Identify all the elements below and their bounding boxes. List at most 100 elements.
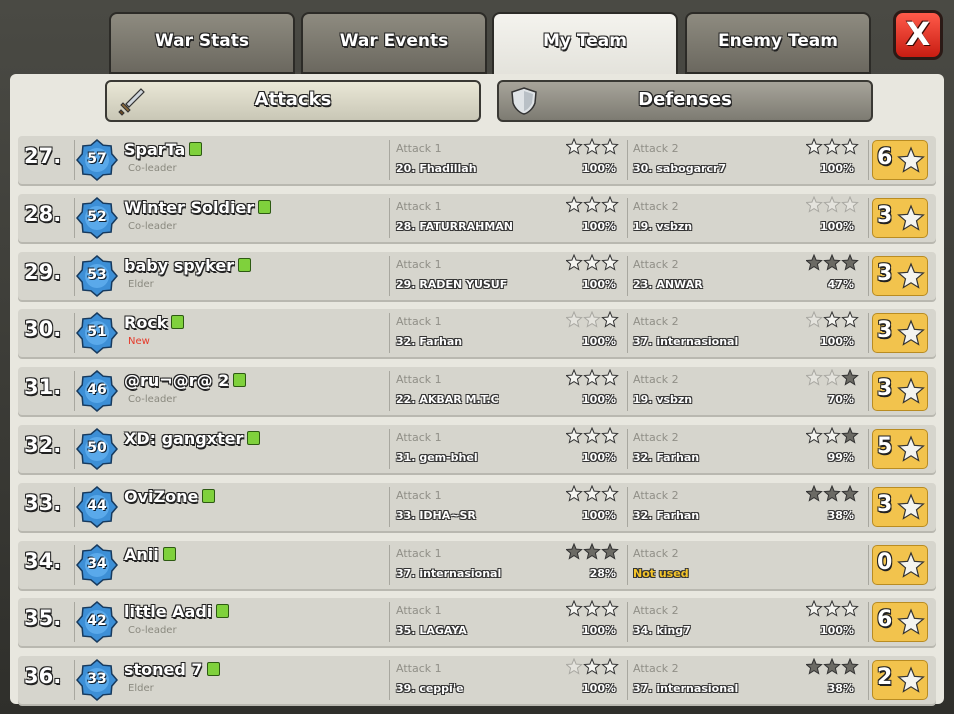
star-empty-icon — [566, 658, 583, 675]
total-stars: 3 — [877, 376, 893, 402]
total-stars-box: 3 — [872, 313, 928, 354]
attacks-subtab[interactable]: Attacks — [105, 80, 481, 122]
member-rank: 27. — [24, 144, 62, 168]
divider — [389, 544, 390, 585]
attack2-destruction: 100% — [820, 335, 854, 349]
member-rank: 28. — [24, 201, 62, 226]
divider — [389, 197, 390, 238]
star-icon — [897, 608, 925, 636]
attack1-label: Attack 1 — [396, 431, 442, 444]
star-empty-icon — [841, 600, 859, 617]
member-name-wrap[interactable]: Anii — [124, 545, 176, 564]
attack2-label: Attack 2 — [633, 142, 679, 155]
star-empty-icon — [583, 311, 601, 328]
divider — [74, 486, 75, 527]
star-empty-icon — [583, 369, 601, 386]
attack2-destruction: 100% — [820, 624, 854, 638]
member-row[interactable]: 36. 33 stoned 7 Elder Attack 1 39. ceppi'e 100… — [18, 656, 936, 705]
attack2-destruction: 38% — [827, 682, 854, 696]
attack1-label: Attack 1 — [396, 315, 442, 329]
member-role: New — [128, 336, 150, 348]
member-rank: 32. — [24, 433, 62, 457]
attack1-target: 20. Fhadillah — [396, 162, 477, 175]
star-filled-icon — [841, 658, 859, 675]
tab-war-stats[interactable]: War Stats — [109, 12, 295, 74]
attack2-target: Not used — [633, 566, 689, 580]
member-name-wrap[interactable]: XD: gangxter — [124, 429, 261, 448]
member-row[interactable]: 33. 44 OviZone Attack 1 33. IDHA~SR 100% Attac… — [18, 482, 936, 531]
star-filled-icon — [823, 484, 841, 502]
member-row[interactable]: 35. 42 little Aadi Co-leader Attack 1 35. LAG… — [18, 598, 936, 647]
attack1-target: 33. IDHA~SR — [396, 508, 476, 522]
star-empty-icon — [806, 427, 823, 444]
member-name: little Aadi — [124, 602, 213, 622]
star-rating — [566, 138, 619, 155]
star-filled-icon — [806, 253, 823, 271]
tab-war-events[interactable]: War Events — [301, 12, 487, 74]
divider — [74, 660, 75, 701]
member-name-wrap[interactable]: OviZone — [124, 487, 216, 506]
chat-icon — [162, 546, 176, 561]
star-empty-icon — [566, 369, 583, 386]
member-row[interactable]: 31. 46 @ru¬@r@ 2 Co-leader Attack 1 22. AKBAR… — [18, 367, 936, 416]
member-name: SparTa — [124, 140, 186, 159]
star-icon — [897, 435, 925, 462]
star-empty-icon — [583, 427, 601, 444]
divider — [389, 371, 390, 412]
member-name-wrap[interactable]: Rock — [124, 313, 185, 332]
star-empty-icon — [823, 427, 841, 444]
total-stars: 3 — [877, 202, 893, 228]
tab-enemy-team[interactable]: Enemy Team — [685, 12, 871, 74]
divider — [74, 197, 75, 238]
attack2-target: 34. king7 — [633, 624, 691, 638]
star-rating — [806, 369, 859, 386]
star-rating — [566, 369, 619, 386]
star-empty-icon — [601, 484, 619, 502]
chat-icon — [258, 199, 272, 214]
member-row[interactable]: 32. 50 XD: gangxter Attack 1 31. gem-bhel 100… — [18, 425, 936, 473]
member-name: baby spyker — [124, 255, 235, 275]
divider — [627, 255, 628, 296]
star-filled-icon — [601, 542, 619, 560]
star-rating — [566, 195, 619, 213]
member-name-wrap[interactable]: @ru¬@r@ 2 — [124, 371, 247, 390]
attack1-label: Attack 1 — [396, 604, 442, 618]
attack2-destruction: 100% — [820, 219, 854, 233]
total-stars: 5 — [877, 434, 893, 459]
attack2-label: Attack 2 — [633, 431, 679, 444]
star-filled-icon — [583, 542, 601, 560]
member-name-wrap[interactable]: SparTa — [124, 140, 203, 159]
divider — [389, 660, 390, 701]
attack1-destruction: 100% — [582, 682, 616, 696]
member-row[interactable]: 29. 53 baby spyker Elder Attack 1 29. RADEN Y… — [18, 251, 936, 300]
defenses-subtab[interactable]: Defenses — [497, 80, 873, 122]
member-role: Elder — [128, 278, 154, 290]
member-name-wrap[interactable]: little Aadi — [124, 602, 230, 622]
close-button[interactable]: X — [893, 10, 943, 60]
divider — [389, 429, 390, 469]
member-row[interactable]: 34. 34 Anii Attack 1 37. internasional 28% Att… — [18, 540, 936, 589]
member-row[interactable]: 28. 52 Winter Soldier Co-leader Attack 1 28. … — [18, 193, 936, 242]
star-empty-icon — [566, 427, 583, 444]
member-role: Co-leader — [128, 625, 177, 637]
star-empty-icon — [823, 138, 841, 155]
member-name-wrap[interactable]: stoned 7 — [124, 660, 220, 679]
tab-my-team[interactable]: My Team — [492, 12, 678, 76]
member-row[interactable]: 30. 51 Rock New Attack 1 32. Farhan 100% Attack… — [18, 309, 936, 358]
attack2-target: 32. Farhan — [633, 451, 700, 464]
star-rating — [806, 253, 859, 271]
divider — [868, 313, 869, 354]
star-filled-icon — [806, 484, 823, 502]
member-row[interactable]: 27. 57 SparTa Co-leader Attack 1 20. Fhadilla… — [18, 136, 936, 184]
attack1-destruction: 100% — [582, 219, 616, 233]
star-empty-icon — [583, 138, 601, 155]
star-empty-icon — [601, 427, 619, 444]
total-stars-box: 6 — [872, 602, 928, 643]
total-stars-box: 3 — [872, 486, 928, 527]
star-icon — [897, 146, 925, 173]
star-filled-icon — [823, 253, 841, 271]
member-name-wrap[interactable]: Winter Soldier — [124, 198, 272, 217]
member-name-wrap[interactable]: baby spyker — [124, 255, 252, 275]
divider — [74, 544, 75, 585]
attack1-target: 39. ceppi'e — [396, 682, 464, 696]
